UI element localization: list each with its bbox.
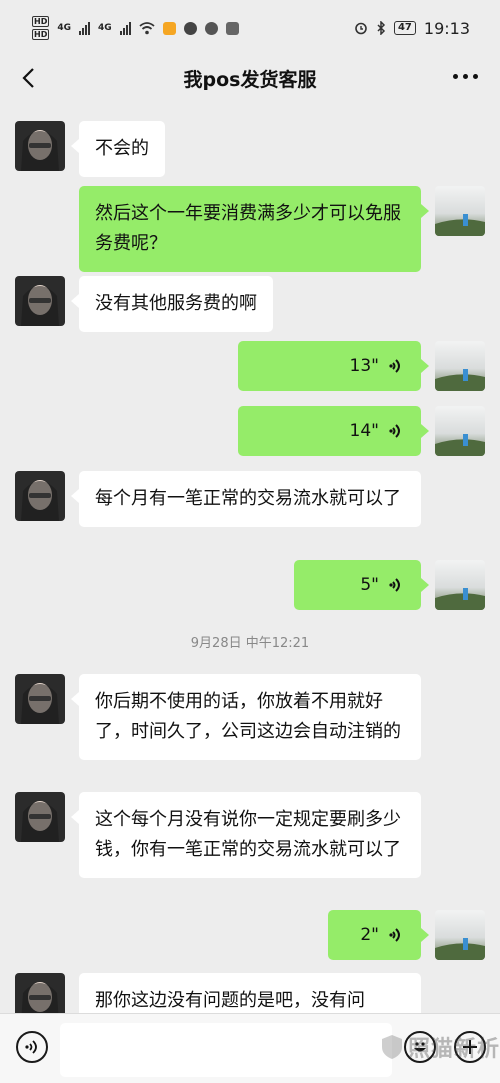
watermark: 照猫新析: [380, 1031, 500, 1063]
user-avatar[interactable]: [435, 406, 485, 456]
alarm-icon: [355, 22, 367, 35]
contact-avatar[interactable]: [15, 276, 65, 326]
voice-wave-icon: [25, 1040, 37, 1054]
input-toolbar: 照猫新析: [0, 1013, 500, 1083]
user-avatar[interactable]: [435, 560, 485, 610]
voice-wave-icon: [389, 928, 400, 942]
incoming-message[interactable]: 你后期不使用的话，你放着不用就好了，时间久了，公司这边会自动注销的: [71, 674, 421, 760]
voice-duration: 2": [360, 925, 379, 945]
more-dots-icon: [453, 74, 458, 79]
outgoing-voice-message[interactable]: 2": [328, 910, 429, 960]
network-label-1: 4G: [57, 23, 71, 33]
outgoing-voice-message[interactable]: 5": [294, 560, 429, 610]
voice-input-button[interactable]: [16, 1031, 48, 1063]
message-text: 你后期不使用的话，你放着不用就好了，时间久了，公司这边会自动注销的: [95, 691, 401, 742]
voice-duration: 13": [349, 356, 379, 376]
shield-app-icon: [183, 21, 197, 35]
voice-duration: 5": [360, 575, 379, 595]
browser-app-icon: [204, 21, 218, 35]
battery-indicator: 47: [393, 21, 416, 35]
outgoing-voice-message[interactable]: 14": [238, 406, 429, 456]
incoming-message[interactable]: 没有其他服务费的啊: [71, 276, 273, 332]
hd-badge-2: HD: [32, 29, 50, 40]
contact-avatar[interactable]: [15, 121, 65, 171]
incoming-message[interactable]: 这个每个月没有说你一定规定要刷多少钱，你有一笔正常的交易流水就可以了: [71, 792, 421, 878]
message-text: 不会的: [95, 138, 149, 159]
contact-avatar[interactable]: [15, 471, 65, 521]
hd-badge-1: HD: [32, 16, 50, 27]
message-input[interactable]: [60, 1023, 392, 1077]
wifi-icon: [139, 21, 155, 34]
message-text: 没有其他服务费的啊: [95, 293, 257, 314]
network-label-2: 4G: [98, 23, 112, 33]
outgoing-voice-message[interactable]: 13": [238, 341, 429, 391]
status-bar: HD HD 4G 4G 47 19:13: [0, 0, 500, 56]
voice-wave-icon: [389, 578, 400, 592]
outgoing-message[interactable]: 然后这个一年要消费满多少才可以免服务费呢？: [79, 186, 429, 272]
message-text: 然后这个一年要消费满多少才可以免服务费呢？: [95, 203, 401, 254]
bluetooth-icon: [377, 21, 386, 35]
contact-avatar[interactable]: [15, 792, 65, 842]
signal-icon: [79, 21, 90, 35]
voice-wave-icon: [389, 359, 400, 373]
voice-wave-icon: [389, 424, 400, 438]
status-right: 47 19:13: [354, 19, 470, 38]
incoming-message[interactable]: 不会的: [71, 121, 165, 177]
chat-timestamp: 9月28日 中午12:21: [190, 636, 310, 651]
signal-icon-2: [119, 21, 131, 35]
incoming-message[interactable]: 每个月有一笔正常的交易流水就可以了: [71, 471, 421, 527]
back-button[interactable]: [14, 62, 46, 94]
user-avatar[interactable]: [435, 186, 485, 236]
watermark-shield-icon: [381, 1035, 402, 1059]
more-button[interactable]: [453, 74, 478, 79]
watermark-text: 照猫新析: [407, 1037, 500, 1062]
user-avatar[interactable]: [435, 341, 485, 391]
back-arrow-icon: [22, 68, 34, 88]
contact-avatar[interactable]: [15, 674, 65, 724]
message-text: 那你这边没有问题的是吧，没有问: [95, 990, 365, 1011]
clock: 19:13: [423, 18, 470, 38]
video-app-icon: [162, 21, 176, 35]
nav-bar: 我pos发货客服: [0, 56, 500, 100]
message-text: 每个月有一笔正常的交易流水就可以了: [95, 488, 401, 509]
user-avatar[interactable]: [435, 910, 485, 960]
status-left: HD HD 4G 4G: [32, 16, 239, 40]
bag-app-icon: [225, 21, 239, 35]
message-text: 这个每个月没有说你一定规定要刷多少钱，你有一笔正常的交易流水就可以了: [95, 809, 401, 860]
voice-duration: 14": [349, 421, 379, 441]
chat-title: 我pos发货客服: [183, 68, 317, 91]
hd-indicator: HD HD: [32, 16, 50, 40]
